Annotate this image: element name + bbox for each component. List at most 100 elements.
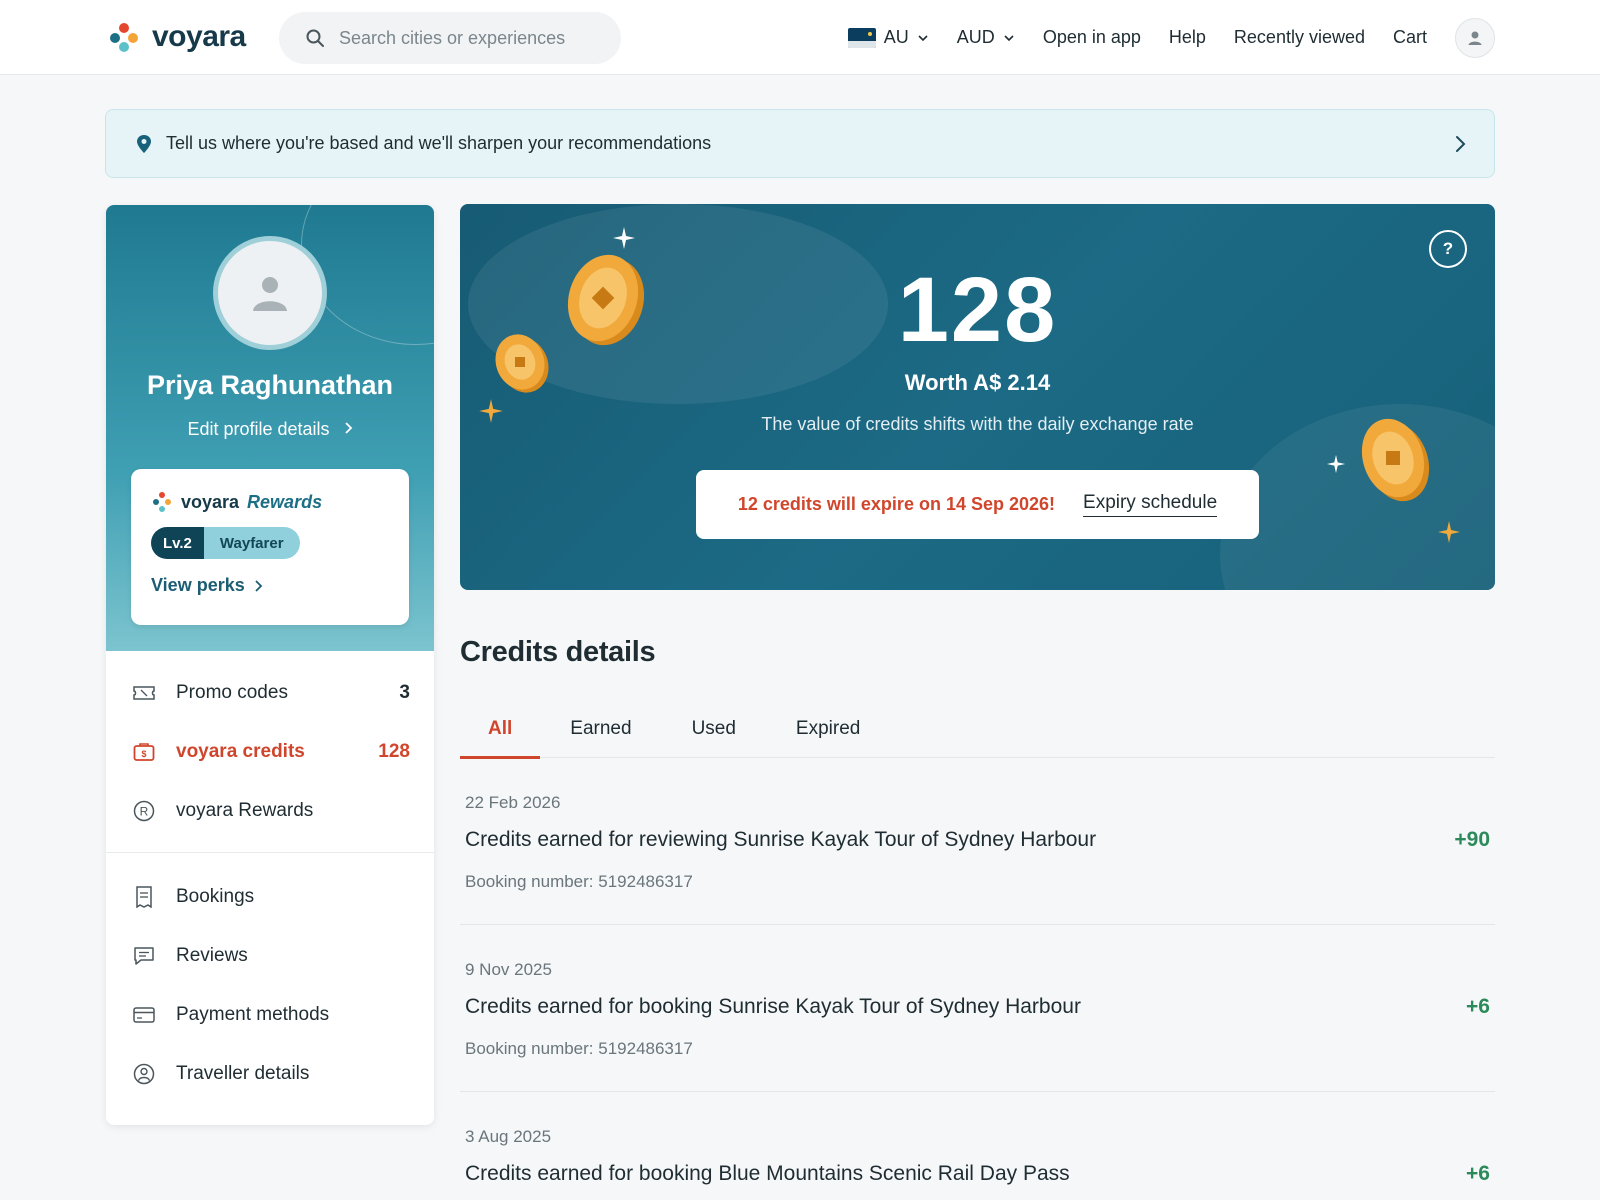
profile-card: Priya Raghunathan Edit profile details v… <box>106 205 434 651</box>
user-icon <box>253 277 287 311</box>
transaction-date: 22 Feb 2026 <box>465 793 561 812</box>
search-input[interactable] <box>339 27 599 49</box>
rewards-card: voyara Rewards Lv.2 Wayfarer View perks <box>131 469 409 625</box>
tab-used[interactable]: Used <box>662 700 766 758</box>
ticket-icon <box>132 685 156 701</box>
transaction-list: 22 Feb 2026 Credits earned for reviewing… <box>460 758 1495 1200</box>
region-label: AU <box>883 27 909 47</box>
rewards-title: voyara Rewards <box>151 491 389 513</box>
chevron-right-icon <box>1456 136 1466 152</box>
view-perks-label: View perks <box>151 575 245 595</box>
profile-avatar[interactable] <box>213 236 327 350</box>
credits-tabs: All Earned Used Expired <box>460 700 1495 759</box>
menu-label: voyara credits <box>176 740 305 762</box>
transaction-amount: +6 <box>1466 995 1490 1018</box>
level-number: Lv.2 <box>151 527 204 559</box>
chevron-right-icon <box>344 422 352 434</box>
menu-item-payment-methods[interactable]: Payment methods <box>106 985 434 1044</box>
chat-icon <box>132 946 156 966</box>
menu-item-traveller-details[interactable]: Traveller details <box>106 1044 434 1103</box>
expiry-schedule-link[interactable]: Expiry schedule <box>1083 492 1218 517</box>
transaction-booking-number: Booking number: 5192486317 <box>465 1039 693 1058</box>
account-sidebar: Priya Raghunathan Edit profile details v… <box>106 205 434 1125</box>
view-perks-link[interactable]: View perks <box>151 575 389 596</box>
credits-hero: ? 128 Worth A$ 2.14 The value of credits… <box>460 204 1495 590</box>
currency-label: AUD <box>956 27 995 47</box>
location-banner[interactable]: Tell us where you're based and we'll sha… <box>105 109 1495 178</box>
transaction-description: Credits earned for reviewing Sunrise Kay… <box>465 828 1097 851</box>
logo-mark-icon <box>153 492 171 512</box>
sparkle-icon <box>1326 454 1346 474</box>
help-link[interactable]: Help <box>1169 27 1206 48</box>
region-selector[interactable]: AU <box>847 27 929 48</box>
logo-mark-icon <box>108 21 140 53</box>
level-badge: Lv.2 Wayfarer <box>151 527 300 559</box>
menu-label: voyara Rewards <box>176 799 314 821</box>
tab-expired[interactable]: Expired <box>766 700 890 758</box>
svg-text:$: $ <box>141 749 146 759</box>
sparkle-icon <box>613 227 635 249</box>
level-tier: Wayfarer <box>203 527 300 559</box>
registered-icon: R <box>132 800 156 822</box>
receipt-icon <box>132 885 156 908</box>
edit-profile-link[interactable]: Edit profile details <box>106 419 434 440</box>
credits-worth: Worth A$ 2.14 <box>904 370 1051 395</box>
menu-label: Traveller details <box>176 1062 310 1084</box>
user-icon <box>1468 31 1482 45</box>
transaction-date: 9 Nov 2025 <box>465 960 552 979</box>
transaction-description: Credits earned for booking Sunrise Kayak… <box>465 995 1081 1018</box>
menu-label: Promo codes <box>176 681 288 703</box>
banner-text: Tell us where you're based and we'll sha… <box>166 133 712 153</box>
account-menu: Promo codes 3 $ voyara credits 128 R voy… <box>106 651 434 1103</box>
card-icon <box>132 1006 156 1023</box>
transaction-date: 3 Aug 2025 <box>465 1127 552 1146</box>
credits-details-title: Credits details <box>460 636 656 668</box>
chevron-down-icon <box>1004 34 1014 41</box>
list-item: 9 Nov 2025 Credits earned for booking Su… <box>460 925 1495 1092</box>
menu-item-promo-codes[interactable]: Promo codes 3 <box>106 663 434 722</box>
header-nav: AU AUD Open in app Help Recently viewed … <box>847 0 1495 75</box>
chevron-down-icon <box>918 34 928 41</box>
location-pin-icon <box>137 134 151 153</box>
recently-viewed-link[interactable]: Recently viewed <box>1234 27 1365 48</box>
transaction-amount: +6 <box>1466 1162 1490 1185</box>
menu-label: Bookings <box>176 885 255 907</box>
australia-flag-icon <box>847 27 876 48</box>
credits-count: 128 <box>378 740 410 762</box>
search-bar[interactable] <box>279 12 621 64</box>
tab-all[interactable]: All <box>460 700 541 759</box>
currency-selector[interactable]: AUD <box>957 27 1015 48</box>
menu-item-reviews[interactable]: Reviews <box>106 926 434 985</box>
expiry-notice: 12 credits will expire on 14 Sep 2026! E… <box>696 470 1259 539</box>
credits-subtitle: The value of credits shifts with the dai… <box>761 414 1194 434</box>
expiry-warning: 12 credits will expire on 14 Sep 2026! <box>737 494 1056 514</box>
credits-balance: 128 <box>897 259 1058 361</box>
sparkle-icon <box>1438 521 1460 543</box>
wallet-icon: $ <box>132 742 156 762</box>
person-circle-icon <box>132 1063 156 1085</box>
account-avatar-button[interactable] <box>1455 17 1495 58</box>
transaction-description: Credits earned for booking Blue Mountain… <box>465 1162 1070 1185</box>
svg-text:R: R <box>140 804 149 818</box>
list-item: 22 Feb 2026 Credits earned for reviewing… <box>460 758 1495 925</box>
transaction-amount: +90 <box>1454 828 1490 851</box>
transaction-booking-number: Booking number: 5192486317 <box>465 872 693 891</box>
tab-earned[interactable]: Earned <box>540 700 661 758</box>
menu-label: Payment methods <box>176 1003 330 1025</box>
menu-item-credits[interactable]: $ voyara credits 128 <box>106 722 434 781</box>
list-item: 3 Aug 2025 Credits earned for booking Bl… <box>460 1092 1495 1200</box>
menu-item-rewards[interactable]: R voyara Rewards <box>106 781 434 840</box>
menu-item-bookings[interactable]: Bookings <box>106 867 434 926</box>
open-in-app-link[interactable]: Open in app <box>1043 27 1141 48</box>
menu-label: Reviews <box>176 944 248 966</box>
top-header: voyara AU AUD Open in app Help Recently … <box>0 0 1600 75</box>
rewards-label: Rewards <box>247 491 323 512</box>
search-icon <box>306 29 324 47</box>
logo[interactable]: voyara <box>108 20 246 54</box>
profile-name: Priya Raghunathan <box>146 370 394 400</box>
chevron-right-icon <box>255 579 263 592</box>
rewards-brand: voyara <box>181 491 240 512</box>
edit-profile-label: Edit profile details <box>187 419 330 439</box>
logo-text: voyara <box>152 20 246 53</box>
cart-link[interactable]: Cart <box>1393 27 1427 48</box>
